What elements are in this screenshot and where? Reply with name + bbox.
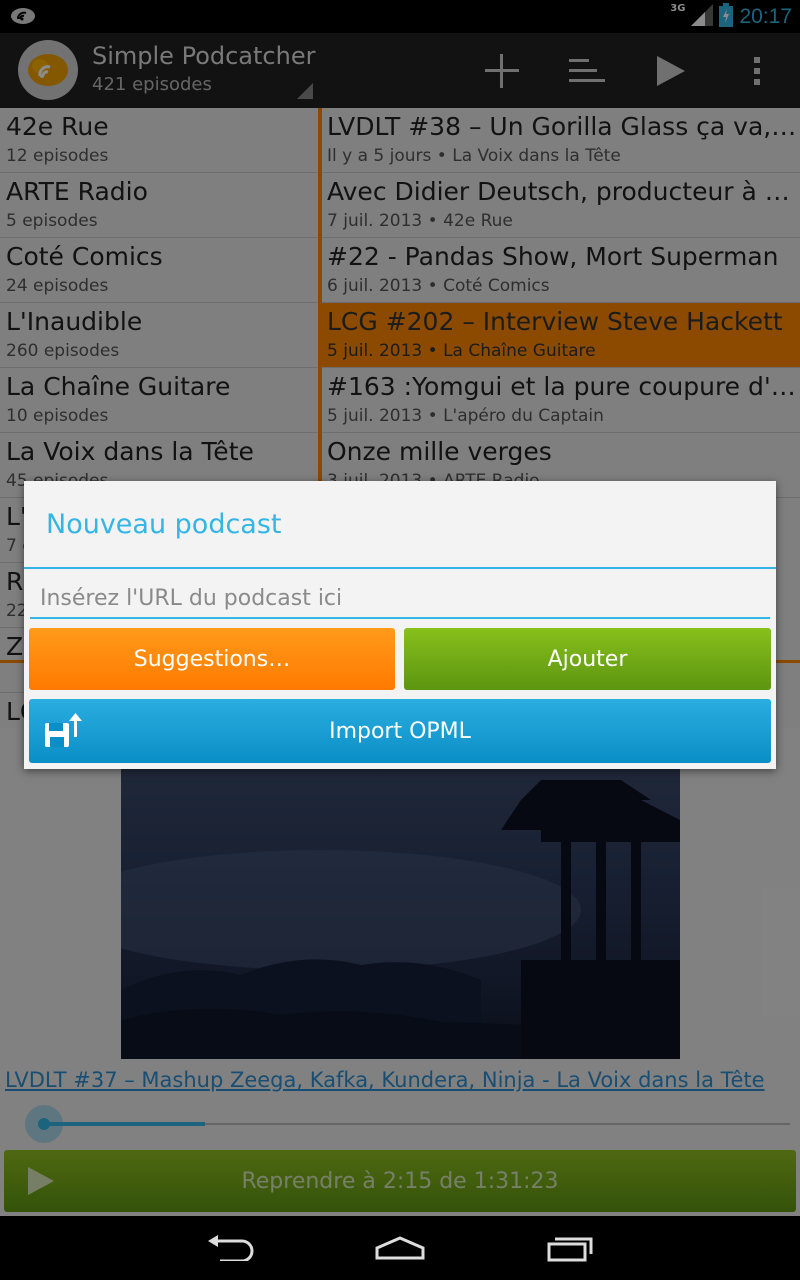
add-label: Ajouter	[547, 646, 628, 672]
dialog-title: Nouveau podcast	[46, 509, 282, 540]
home-icon	[375, 1236, 425, 1260]
recent-apps-button[interactable]	[520, 1216, 620, 1280]
import-opml-button[interactable]: Import OPML	[29, 699, 771, 763]
podcast-url-input[interactable]	[30, 579, 770, 619]
dialog-title-divider	[24, 567, 776, 569]
suggestions-label: Suggestions…	[133, 646, 291, 672]
suggestions-button[interactable]: Suggestions…	[29, 628, 395, 690]
back-icon	[208, 1235, 254, 1261]
recent-apps-icon	[547, 1237, 593, 1262]
home-button[interactable]	[350, 1216, 450, 1280]
add-button[interactable]: Ajouter	[404, 628, 771, 690]
save-upload-icon	[45, 713, 83, 749]
import-opml-label: Import OPML	[329, 718, 471, 744]
navigation-bar	[0, 1216, 800, 1280]
new-podcast-dialog: Nouveau podcast Suggestions… Ajouter Imp…	[24, 481, 776, 769]
back-button[interactable]	[180, 1216, 280, 1280]
